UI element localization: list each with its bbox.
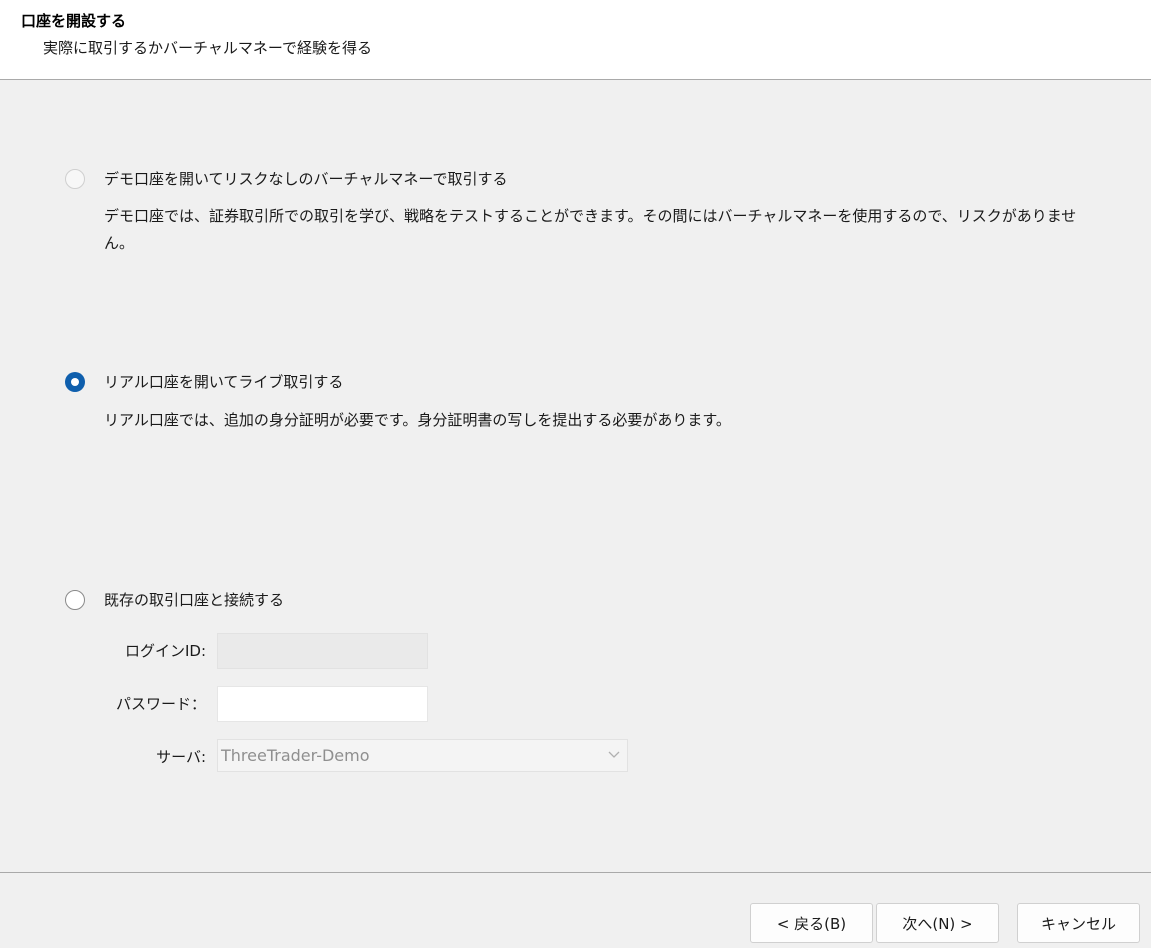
wizard-header: 口座を開設する 実際に取引するかバーチャルマネーで経験を得る: [0, 0, 1151, 80]
option-existing-label[interactable]: 既存の取引口座と接続する: [104, 589, 284, 610]
server-select-value: ThreeTrader-Demo: [221, 746, 370, 765]
option-real-label[interactable]: リアル口座を開いてライブ取引する: [104, 371, 343, 392]
password-input[interactable]: [217, 686, 428, 722]
option-real-description: リアル口座では、追加の身分証明が必要です。身分証明書の写しを提出する必要がありま…: [104, 411, 731, 429]
footer-divider: [0, 872, 1151, 873]
radio-demo-account[interactable]: [65, 169, 85, 189]
server-label: サーバ:: [156, 748, 206, 766]
radio-existing-account[interactable]: [65, 590, 85, 610]
password-label: パスワード：: [115, 695, 206, 713]
page-subtitle: 実際に取引するかバーチャルマネーで経験を得る: [43, 39, 372, 57]
cancel-button[interactable]: キャンセル: [1017, 903, 1140, 943]
chevron-down-icon: [608, 751, 620, 758]
login-id-input[interactable]: [217, 633, 428, 669]
page-title: 口座を開設する: [21, 12, 127, 30]
option-demo-description: デモ口座では、証券取引所での取引を学び、戦略をテストすることができます。その間に…: [104, 207, 1077, 252]
back-button[interactable]: < 戻る(B): [750, 903, 873, 943]
server-select[interactable]: ThreeTrader-Demo: [217, 739, 628, 772]
login-id-label: ログインID:: [124, 642, 206, 660]
option-demo-label[interactable]: デモ口座を開いてリスクなしのバーチャルマネーで取引する: [104, 168, 508, 189]
next-button[interactable]: 次へ(N) >: [876, 903, 999, 943]
radio-real-account[interactable]: [65, 372, 85, 392]
